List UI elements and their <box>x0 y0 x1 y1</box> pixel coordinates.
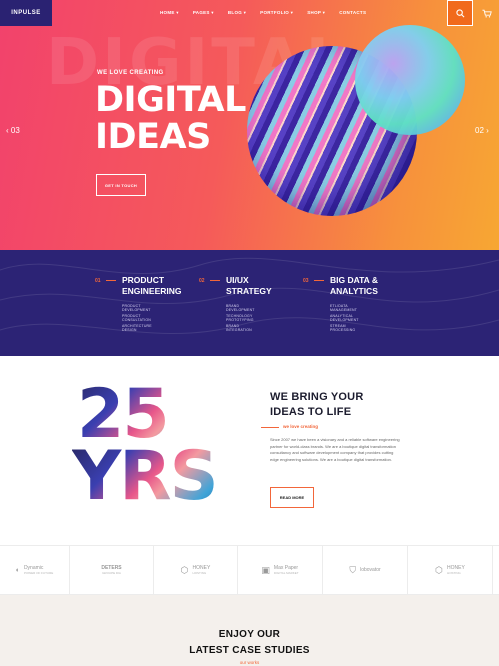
nav-item-shop[interactable]: SHOP ▾ <box>307 10 325 16</box>
chevron-right-icon: › <box>486 126 489 135</box>
about-kicker: we love creating <box>283 424 319 429</box>
client-logo-honey-hosting[interactable]: ⬡ HONEY HOSTING <box>154 546 238 594</box>
shield-icon: ⛉ <box>349 564 357 575</box>
case-studies-title: ENJOY OUR LATEST CASE STUDIES <box>189 629 310 656</box>
hero-headline-line1: DIGITAL <box>95 80 246 120</box>
nav-item-pages[interactable]: PAGES ▾ <box>193 10 214 16</box>
years-label: YRS <box>72 443 252 511</box>
hero-section: DIGITAL <box>0 0 499 250</box>
service-item[interactable]: TECHNOLOGY PROTOTYPING <box>226 314 255 324</box>
nav-item-home[interactable]: HOME ▾ <box>160 10 179 16</box>
client-logo-dynamic[interactable]: ◐ Dynamic POWER OF FUTURE <box>0 546 70 594</box>
slider-next-button[interactable]: 02 › <box>475 126 489 135</box>
hexagon-icon: ⬡ <box>435 564 444 575</box>
service-item[interactable]: ETL/DATA MANAGEMENT <box>330 304 359 314</box>
nav-item-contacts[interactable]: CONTACTS <box>339 10 366 16</box>
nav-item-portfolio[interactable]: PORTFOLIO ▾ <box>260 10 293 16</box>
service-item[interactable]: ANALYTICAL DEVELOPMENT <box>330 314 359 324</box>
client-logo-honey-hosting-2[interactable]: ⬡ HONEY HOSTING <box>408 546 493 594</box>
hero-kicker: WE LOVE CREATING <box>97 70 164 76</box>
service-item[interactable]: PRODUCT CONSULTATION <box>122 314 152 324</box>
hero-headline: DIGITAL IDEAS <box>95 82 246 156</box>
services-section <box>0 250 499 356</box>
service-title: UI/UX STRATEGY <box>226 275 272 296</box>
client-logo-max-paper[interactable]: ▣ Max Paper DIGITAL MARKET <box>238 546 323 594</box>
chevron-left-icon: ‹ <box>6 126 9 135</box>
service-item[interactable]: PRODUCT DEVELOPMENT <box>122 304 152 314</box>
hero-headline-line2: IDEAS <box>95 117 211 157</box>
paper-icon: ▣ <box>261 564 270 575</box>
case-studies-kicker: our works <box>239 660 260 665</box>
main-nav: HOME ▾ PAGES ▾ BLOG ▾ PORTFOLIO ▾ SHOP ▾… <box>160 10 366 16</box>
service-item[interactable]: BRAND DEVELOPMENT <box>226 304 255 314</box>
years-number: 25 <box>72 381 252 449</box>
cart-button[interactable] <box>476 0 498 26</box>
service-title: PRODUCT ENGINEERING <box>122 275 182 296</box>
hero-sphere-small <box>355 25 465 135</box>
search-button[interactable] <box>447 0 473 26</box>
client-logo-deters[interactable]: DETERS GROUPE DIA <box>70 546 154 594</box>
service-item[interactable]: ARCHITECTURE DESIGN <box>122 324 152 334</box>
about-body: Since 2007 we have been a visionary and … <box>270 437 400 462</box>
get-in-touch-button[interactable]: GET IN TOUCH <box>96 174 146 196</box>
search-icon <box>455 8 464 17</box>
site-logo[interactable]: INPULSE <box>0 0 52 26</box>
read-more-button[interactable]: READ MORE <box>270 487 314 508</box>
client-logo-lobovator[interactable]: ⛉ lobovator <box>323 546 408 594</box>
nav-item-blog[interactable]: BLOG ▾ <box>228 10 246 16</box>
cart-icon <box>482 9 492 17</box>
topographic-pattern <box>0 257 499 335</box>
hexagon-icon: ⬡ <box>180 564 189 575</box>
years-graphic: 25 YRS <box>72 381 252 516</box>
service-item[interactable]: BRAND INTEGRATION <box>226 324 255 334</box>
service-item[interactable]: STREAM PROCESSING <box>330 324 359 334</box>
slider-prev-button[interactable]: ‹ 03 <box>6 126 20 135</box>
dynamic-icon: ◐ <box>15 566 20 574</box>
about-title: WE BRING YOUR IDEAS TO LIFE <box>270 391 364 418</box>
about-kicker-line <box>261 427 279 428</box>
service-title: BIG DATA & ANALYTICS <box>330 275 379 296</box>
